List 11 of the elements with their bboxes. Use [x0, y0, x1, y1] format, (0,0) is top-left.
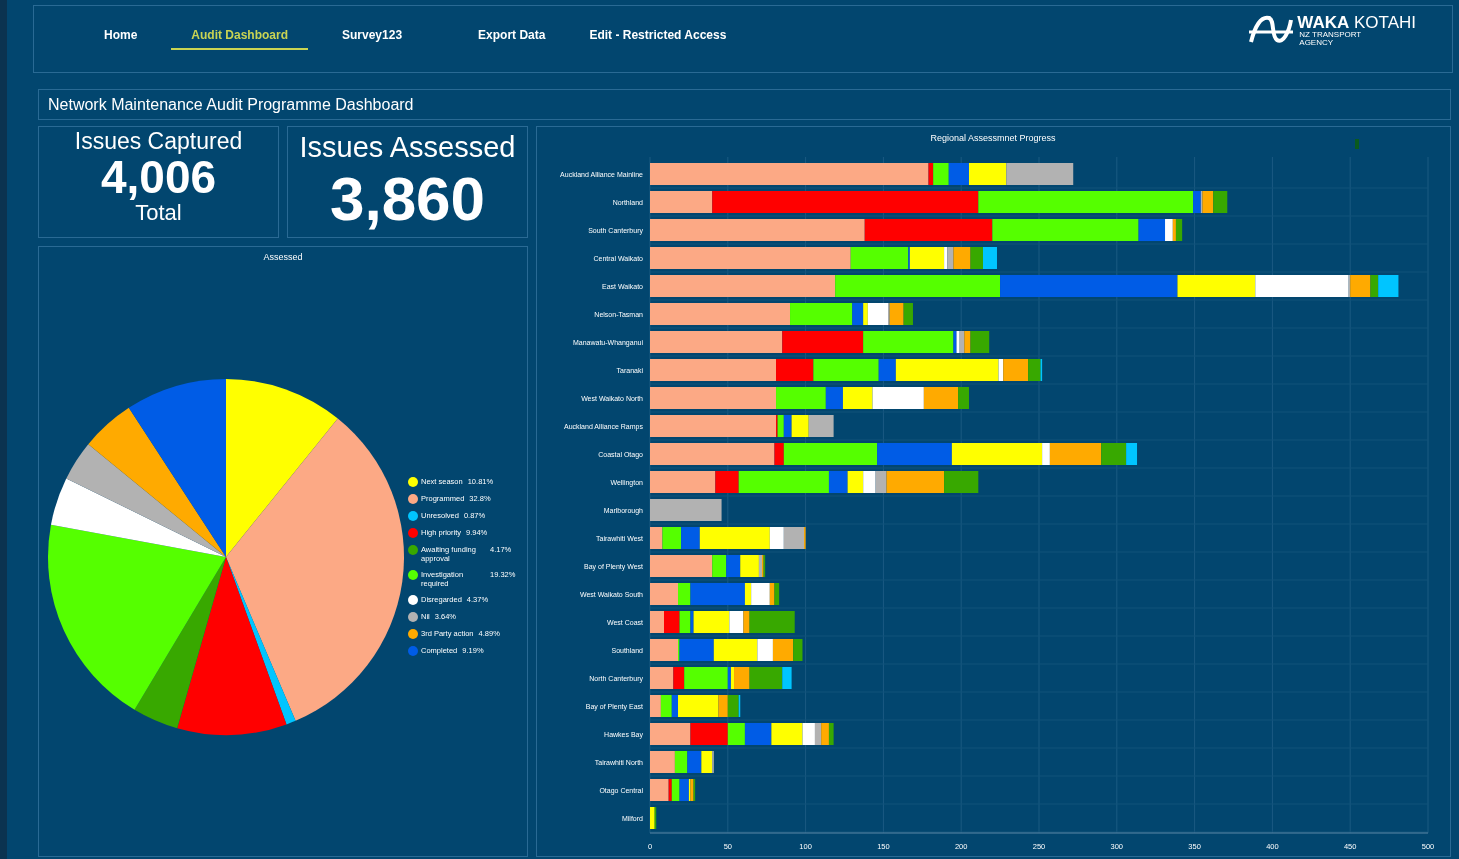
- chart-title: Regional Assessmnet Progress: [930, 133, 1056, 143]
- logo-wordmark: WAKA KOTAHI: [1297, 13, 1416, 31]
- card-value: 3,860: [329, 166, 486, 232]
- card-title: Issues Captured: [74, 129, 243, 154]
- card-title: Issues Assessed: [299, 132, 516, 163]
- card-value: 4,006: [100, 153, 217, 202]
- card-caption: Total: [135, 201, 182, 225]
- chart-title: Assessed: [263, 252, 303, 262]
- logo-subtitle: AGENCY: [1299, 38, 1335, 47]
- dashboard-title: Network Maintenance Audit Programme Dashboard: [48, 95, 414, 114]
- logo-subtitle: NZ TRANSPORT: [1299, 30, 1363, 39]
